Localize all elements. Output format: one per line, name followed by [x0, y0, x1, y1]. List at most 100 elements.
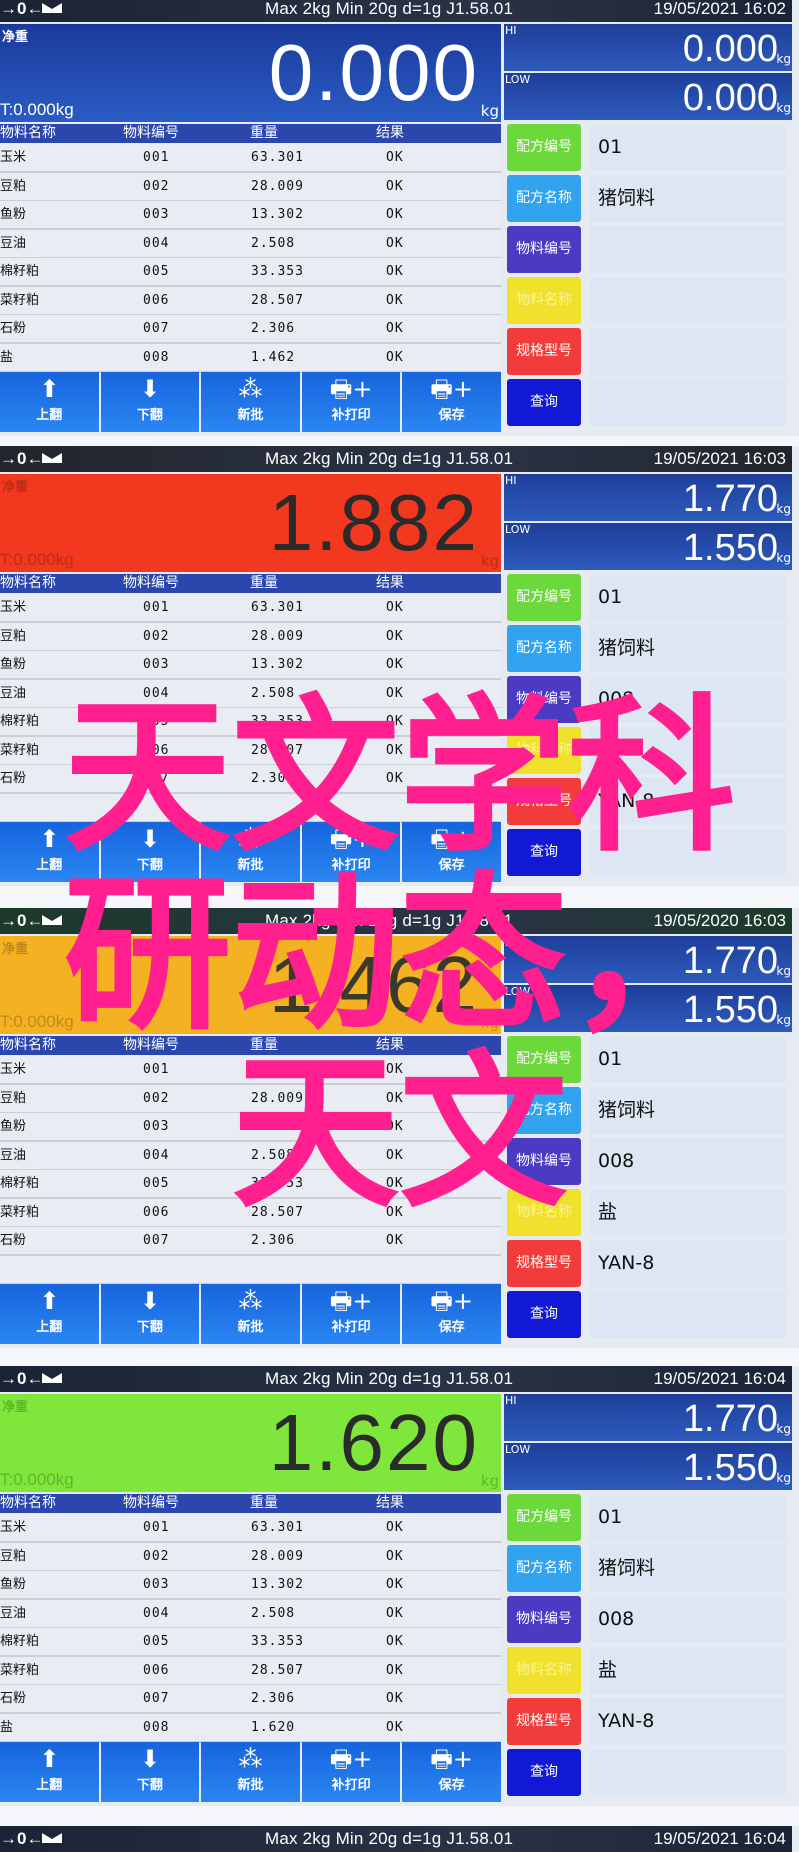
toolbar-button-1[interactable]: ⬇ 下翻: [100, 372, 200, 432]
toolbar-button-2[interactable]: ⁂ 新批: [201, 1284, 300, 1344]
side-button-3[interactable]: 物料名称: [507, 277, 581, 324]
side-button-3[interactable]: 物料名称: [507, 1189, 581, 1236]
weight: 28.507: [251, 1662, 304, 1678]
weight: 13.302: [251, 207, 304, 222]
toolbar-button-2[interactable]: ⁂ 新批: [201, 822, 300, 882]
table-row[interactable]: 鱼粉 003 13.302 OK: [0, 651, 501, 680]
low-limit-box[interactable]: LOW 0.000 kg: [504, 73, 792, 120]
table-row[interactable]: 石粉 007 2.306 OK: [0, 315, 501, 344]
material-name: 菜籽粕: [0, 742, 40, 758]
action-toolbar: ⬆ 上翻 ⬇ 下翻 ⁂ 新批 🖶+ 补打印 🖶+ 保存: [0, 1742, 501, 1802]
side-button-4[interactable]: 规格型号: [507, 1698, 581, 1745]
side-value: 猪饲料: [590, 1545, 786, 1592]
side-button-5[interactable]: 查询: [507, 1749, 581, 1796]
table-row[interactable]: 菜籽粕 006 28.507 OK: [0, 286, 501, 316]
side-button-2[interactable]: 物料编号: [507, 226, 581, 273]
toolbar-button-3[interactable]: 🖶+ 补打印: [301, 1284, 401, 1344]
toolbar-button-2[interactable]: ⁂ 新批: [201, 372, 300, 432]
table-row[interactable]: 棉籽粕 005 33.353 OK: [0, 708, 501, 737]
toolbar-button-2[interactable]: ⁂ 新批: [201, 1742, 300, 1802]
toolbar-button-1[interactable]: ⬇ 下翻: [100, 1284, 200, 1344]
column-header: 物料编号: [123, 575, 179, 591]
table-row[interactable]: 菜籽粕 006 28.507 OK: [0, 1656, 501, 1686]
side-button-0[interactable]: 配方编号: [507, 1494, 581, 1541]
side-button-3[interactable]: 物料名称: [507, 1647, 581, 1694]
table-row[interactable]: 鱼粉 003 13.302 OK: [0, 201, 501, 230]
hi-limit-box[interactable]: HI 0.000 kg: [504, 24, 792, 71]
material-code: 003: [143, 1577, 170, 1592]
table-row[interactable]: 玉米 001 63.301 OK: [0, 594, 501, 623]
low-limit-box[interactable]: LOW 1.550 kg: [504, 523, 792, 570]
table-row[interactable]: 豆粕 002 28.009 OK: [0, 622, 501, 652]
side-button-1[interactable]: 配方名称: [507, 1087, 581, 1134]
low-limit-box[interactable]: LOW 1.550 kg: [504, 1443, 792, 1490]
table-row[interactable]: [0, 1255, 501, 1285]
toolbar-button-3[interactable]: 🖶+ 补打印: [301, 822, 401, 882]
side-button-4[interactable]: 规格型号: [507, 328, 581, 375]
toolbar-button-4[interactable]: 🖶+ 保存: [402, 1742, 501, 1802]
scale-specs: Max 2kg Min 20g d=1g J1.58.01: [265, 0, 514, 18]
toolbar-button-0[interactable]: ⬆ 上翻: [0, 822, 99, 882]
table-row[interactable]: 豆油 004 2.508 OK: [0, 1141, 501, 1171]
column-header: 重量: [250, 125, 278, 141]
arrow-down-icon: ⬇: [139, 1745, 160, 1773]
side-button-0[interactable]: 配方编号: [507, 1036, 581, 1083]
side-button-3[interactable]: 物料名称: [507, 727, 581, 774]
toolbar-button-4[interactable]: 🖶+ 保存: [402, 1284, 501, 1344]
table-row[interactable]: 棉籽粕 005 33.353 OK: [0, 1628, 501, 1657]
table-row[interactable]: 石粉 007 2.306 OK: [0, 1685, 501, 1714]
side-button-1[interactable]: 配方名称: [507, 1545, 581, 1592]
side-button-5[interactable]: 查询: [507, 1291, 581, 1338]
table-row[interactable]: 玉米 001 63.301 OK: [0, 1514, 501, 1543]
toolbar-button-0[interactable]: ⬆ 上翻: [0, 372, 99, 432]
side-button-2[interactable]: 物料编号: [507, 676, 581, 723]
table-row[interactable]: 石粉 007 2.306 OK: [0, 765, 501, 794]
toolbar-button-4[interactable]: 🖶+ 保存: [402, 372, 501, 432]
toolbar-button-3[interactable]: 🖶+ 补打印: [301, 1742, 401, 1802]
table-row[interactable]: 菜籽粕 006 28.507 OK: [0, 1198, 501, 1228]
table-row[interactable]: 玉米 001 63.301 OK: [0, 1056, 501, 1085]
table-row[interactable]: 豆油 004 2.508 OK: [0, 229, 501, 259]
toolbar-button-3[interactable]: 🖶+ 补打印: [301, 372, 401, 432]
table-row[interactable]: 盐 008 1.462 OK: [0, 343, 501, 373]
hi-value: 0.000: [682, 28, 778, 70]
toolbar-button-4[interactable]: 🖶+ 保存: [402, 822, 501, 882]
side-button-1[interactable]: 配方名称: [507, 625, 581, 672]
toolbar-button-0[interactable]: ⬆ 上翻: [0, 1284, 99, 1344]
hi-limit-box[interactable]: HI 1.770 kg: [504, 1394, 792, 1441]
side-button-2[interactable]: 物料编号: [507, 1596, 581, 1643]
table-row[interactable]: 菜籽粕 006 28.507 OK: [0, 736, 501, 766]
table-row[interactable]: 豆粕 002 28.009 OK: [0, 1084, 501, 1114]
toolbar-button-0[interactable]: ⬆ 上翻: [0, 1742, 99, 1802]
table-row[interactable]: 豆油 004 2.508 OK: [0, 1599, 501, 1629]
side-button-4[interactable]: 规格型号: [507, 778, 581, 825]
table-row[interactable]: 玉米 001 63.301 OK: [0, 144, 501, 173]
table-row[interactable]: 棉籽粕 005 33.353 OK: [0, 1170, 501, 1199]
material-code: 002: [143, 1090, 170, 1106]
hi-limit-box[interactable]: HI 1.770 kg: [504, 936, 792, 983]
table-row[interactable]: 豆粕 002 28.009 OK: [0, 172, 501, 202]
table-row[interactable]: 豆粕 002 28.009 OK: [0, 1542, 501, 1572]
side-button-2[interactable]: 物料编号: [507, 1138, 581, 1185]
material-code: 008: [143, 349, 170, 365]
table-row[interactable]: 盐 008 1.620 OK: [0, 1713, 501, 1743]
table-row[interactable]: 豆油 004 2.508 OK: [0, 679, 501, 709]
table-row[interactable]: 棉籽粕 005 33.353 OK: [0, 258, 501, 287]
table-row[interactable]: 石粉 007 2.306 OK: [0, 1227, 501, 1256]
table-row[interactable]: 鱼粉 003 13.302 OK: [0, 1113, 501, 1142]
side-button-1[interactable]: 配方名称: [507, 175, 581, 222]
table-row[interactable]: [0, 793, 501, 823]
side-button-5[interactable]: 查询: [507, 829, 581, 876]
toolbar-button-1[interactable]: ⬇ 下翻: [100, 822, 200, 882]
side-button-0[interactable]: 配方编号: [507, 124, 581, 171]
table-row[interactable]: 鱼粉 003 13.302 OK: [0, 1571, 501, 1600]
side-button-5[interactable]: 查询: [507, 379, 581, 426]
toolbar-button-1[interactable]: ⬇ 下翻: [100, 1742, 200, 1802]
side-button-0[interactable]: 配方编号: [507, 574, 581, 621]
hi-limit-box[interactable]: HI 1.770 kg: [504, 474, 792, 521]
low-limit-box[interactable]: LOW 1.550 kg: [504, 985, 792, 1032]
material-name: 菜籽粕: [0, 292, 40, 308]
side-button-4[interactable]: 规格型号: [507, 1240, 581, 1287]
low-label: LOW: [505, 73, 531, 86]
result: OK: [386, 1548, 404, 1564]
